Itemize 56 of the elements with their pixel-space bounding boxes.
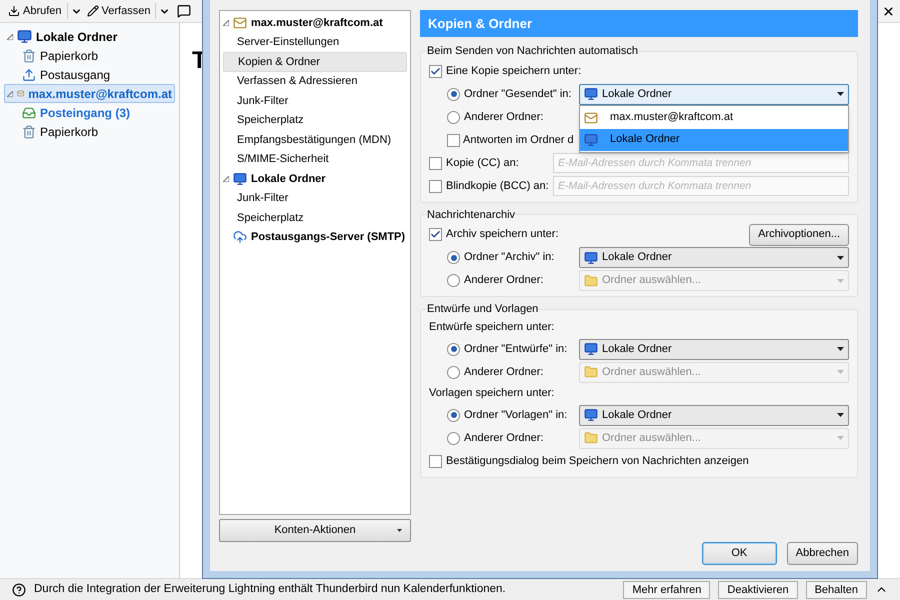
field-label: Entwürfe speichern unter:: [429, 320, 554, 336]
folder-dropdown[interactable]: Lokale Ordner: [579, 84, 849, 104]
folder-dropdown[interactable]: Lokale Ordner: [579, 247, 849, 268]
tree-item[interactable]: Verfassen & Adressieren: [223, 72, 407, 91]
tree-item[interactable]: Kopien & Ordner: [223, 52, 407, 72]
tree-item[interactable]: Junk-Filter: [223, 91, 407, 110]
tree-item[interactable]: Server-Einstellungen: [223, 32, 407, 52]
checkbox-label: Antworten im Ordner d: [463, 132, 574, 148]
radio-label: Ordner "Entwürfe" in:: [464, 342, 568, 357]
account-row[interactable]: max.muster@kraftcom.at: [4, 84, 175, 103]
group-title: Nachrichtenarchiv: [427, 208, 516, 222]
dropdown-option[interactable]: Lokale Ordner: [580, 128, 848, 150]
radio-label: Anderer Ordner:: [464, 364, 544, 380]
account-row[interactable]: Lokale Ordner: [4, 27, 175, 46]
field-label: Vorlagen speichern unter:: [429, 386, 554, 402]
notification-button[interactable]: Deaktivieren: [718, 580, 798, 598]
group-title: Beim Senden von Nachrichten automatisch: [427, 44, 638, 59]
dialog-button[interactable]: Abbrechen: [786, 542, 858, 565]
radio-label: Ordner "Gesendet" in:: [464, 86, 572, 102]
checkbox-label: Blindkopie (BCC) an:: [446, 178, 549, 194]
tree-item[interactable]: Speicherplatz: [223, 110, 407, 130]
tree-item[interactable]: Empfangsbestätigungen (MDN): [223, 130, 407, 150]
tree-item[interactable]: S/MIME-Sicherheit: [223, 150, 407, 169]
account-actions-button[interactable]: Konten-Aktionen: [219, 519, 411, 542]
archive-options-button[interactable]: Archivoptionen...: [749, 224, 849, 246]
radio-label: Ordner "Archiv" in:: [464, 250, 554, 266]
notification-button[interactable]: Mehr erfahren: [623, 580, 710, 598]
tree-account-row[interactable]: Postausgangs-Server (SMTP): [223, 228, 407, 247]
folder-dropdown[interactable]: Lokale Ordner: [579, 404, 849, 426]
toolbar-button[interactable]: Abrufen: [6, 1, 64, 21]
checkbox-label: Bestätigungsdialog beim Speichern von Nachrichten anzeigen: [446, 454, 750, 469]
toolbar-button[interactable]: Verfassen: [84, 1, 152, 21]
radio-label: Anderer Ordner:: [464, 110, 544, 125]
email-field[interactable]: E-Mail-Adressen durch Kommata trennen: [553, 153, 849, 173]
email-field[interactable]: E-Mail-Adressen durch Kommata trennen: [553, 176, 849, 196]
folder-dropdown[interactable]: Lokale Ordner: [579, 338, 849, 360]
tree-item[interactable]: Junk-Filter: [223, 188, 407, 208]
radio-label: Anderer Ordner:: [464, 430, 544, 446]
checkbox-label: Kopie (CC) an:: [446, 156, 519, 171]
folder-row[interactable]: Papierkorb: [4, 122, 175, 141]
tree-account-row[interactable]: Lokale Ordner: [223, 169, 407, 188]
group-title: Entwürfe und Vorlagen: [427, 302, 538, 317]
notification-button[interactable]: Behalten: [806, 580, 867, 598]
checkbox-label: Eine Kopie speichern unter:: [446, 64, 582, 79]
folder-row[interactable]: Papierkorb: [4, 46, 175, 65]
dialog-button[interactable]: OK: [702, 542, 777, 565]
radio-label: Ordner "Vorlagen" in:: [464, 408, 568, 423]
folder-row[interactable]: Postausgang: [4, 65, 175, 84]
panel-header: Kopien & Ordner: [420, 10, 858, 37]
notification-text: Durch die Integration der Erweiterung Lightning enthält Thunderbird nun Kalenderfunktionen.: [34, 582, 507, 597]
tree-item[interactable]: Speicherplatz: [223, 208, 407, 228]
radio-label: Anderer Ordner:: [464, 273, 544, 288]
checkbox-label: Archiv speichern unter:: [446, 227, 560, 242]
tree-account-row[interactable]: max.muster@kraftcom.at: [223, 13, 407, 32]
folder-row[interactable]: Posteingang (3): [4, 103, 175, 122]
dropdown-option[interactable]: max.muster@kraftcom.at: [580, 106, 848, 128]
